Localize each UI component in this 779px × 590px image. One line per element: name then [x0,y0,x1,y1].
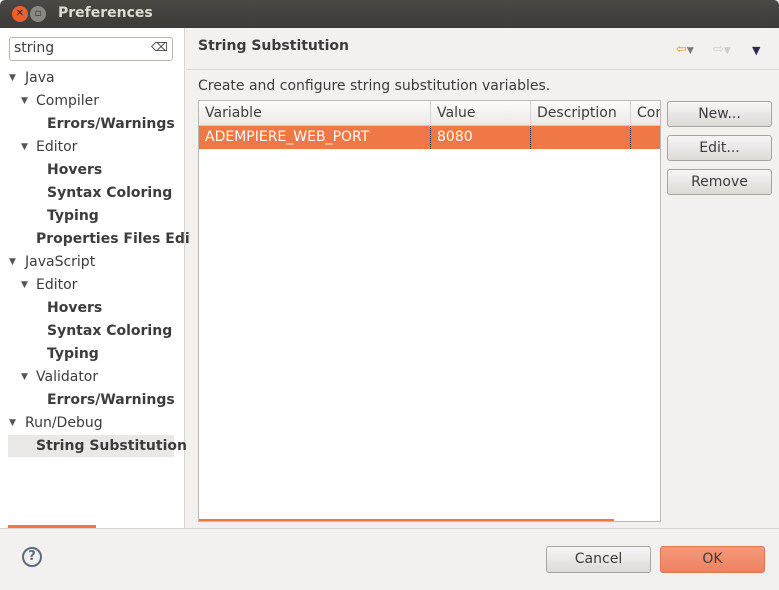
tree-item-label: Syntax Coloring [47,185,173,201]
page-header: String Substitution ⇦▼ ⇨▼ ▼ [186,28,779,70]
tree-item-label: Java [25,70,55,86]
variables-table: Variable Value Description Contributed A… [198,100,661,522]
tree-item-label: Typing [47,346,99,362]
tree-item[interactable]: ▼ Compiler [21,90,100,112]
tree-item-label: Editor [36,139,78,155]
tree-item[interactable]: Errors/Warnings [47,113,175,135]
tree-item[interactable]: Typing [47,205,99,227]
clear-filter-icon[interactable]: ⌫ [151,40,168,54]
tree-item[interactable]: Hovers [47,159,102,181]
tree-item-label: Typing [47,208,99,224]
tree-item[interactable]: Properties Files Edi [36,228,190,250]
window-title: Preferences [58,5,153,21]
page-title: String Substitution [198,38,349,54]
expand-toggle-icon[interactable]: ▼ [21,90,28,112]
preference-tree-panel: string ⌫ ▼ Java ▼ Compiler Errors/Warnings ▼ E… [0,28,190,529]
tree-item[interactable]: String Substitution [8,435,187,457]
column-header-description[interactable]: Description [531,101,631,126]
expand-toggle-icon[interactable]: ▼ [9,412,16,434]
help-icon[interactable]: ? [22,547,42,567]
tree-item[interactable]: Syntax Coloring [47,182,172,204]
expand-toggle-icon[interactable]: ▼ [9,67,16,89]
filter-input[interactable]: string ⌫ [9,37,173,61]
dialog-footer: ? Cancel OK [0,528,779,590]
tree-item-label: Hovers [47,162,103,178]
view-menu-icon[interactable]: ▼ [752,44,760,57]
table-row[interactable]: ADEMPIERE_WEB_PORT 8080 [199,126,660,149]
tree-item-label: Run/Debug [25,415,103,431]
expand-toggle-icon[interactable]: ▼ [21,274,28,296]
column-header-contributed[interactable]: Contributed [631,101,660,126]
tree-item[interactable]: ▼ Run/Debug [9,412,103,434]
back-icon[interactable]: ⇦▼ [676,42,694,57]
cell-variable: ADEMPIERE_WEB_PORT [199,126,431,149]
column-header-variable[interactable]: Variable [199,101,431,126]
cell-description [531,126,631,149]
remove-button[interactable]: Remove [667,169,772,195]
expand-toggle-icon[interactable]: ▼ [21,366,28,388]
tree-item-label: String Substitution [36,438,187,454]
tree-item-label: Syntax Coloring [47,323,173,339]
tree-item[interactable]: ▼ Validator [21,366,99,388]
cell-value: 8080 [431,126,531,149]
tree-item-label: Hovers [47,300,103,316]
minimize-button[interactable]: ▫ [30,6,46,22]
cancel-button[interactable]: Cancel [546,546,651,573]
tree-item[interactable]: ▼ JavaScript [9,251,96,273]
tree-item-label: Errors/Warnings [47,392,175,408]
tree-item[interactable]: Syntax Coloring [47,320,172,342]
tree-item-label: Validator [36,369,99,385]
filter-input-value: string [14,40,55,56]
close-button[interactable]: ✕ [12,6,28,22]
tree-item[interactable]: ▼ Editor [21,274,78,296]
expand-toggle-icon[interactable]: ▼ [21,136,28,158]
expand-toggle-icon[interactable]: ▼ [9,251,16,273]
tree-item-label: Editor [36,277,78,293]
forward-icon[interactable]: ⇨▼ [713,42,731,57]
tree-item[interactable]: Typing [47,343,99,365]
tree-item-label: Properties Files Edi [36,231,190,247]
tree-item[interactable]: ▼ Java [9,67,55,89]
tree-item[interactable]: ▼ Editor [21,136,78,158]
ok-button[interactable]: OK [660,546,765,573]
edit-button[interactable]: Edit... [667,135,772,161]
page-description: Create and configure string substitution… [198,78,551,94]
tree-item-label: Compiler [36,93,100,109]
new-button[interactable]: New... [667,101,772,127]
cell-contributed [631,126,660,149]
tree-item-label: Errors/Warnings [47,116,175,132]
column-header-value[interactable]: Value [431,101,531,126]
tree-item-label: JavaScript [25,254,96,270]
title-bar: ✕ ▫ Preferences [0,0,779,28]
table-horizontal-scrollbar[interactable] [199,519,614,521]
tree-item[interactable]: Errors/Warnings [47,389,175,411]
tree-item[interactable]: Hovers [47,297,102,319]
